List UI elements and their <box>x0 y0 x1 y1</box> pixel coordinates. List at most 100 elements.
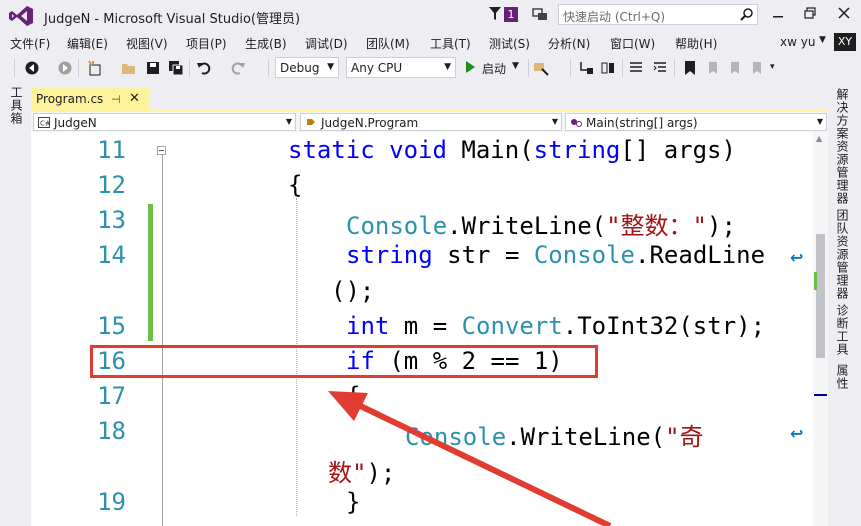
line-number: 15 <box>97 312 126 340</box>
project-dropdown[interactable]: C# JudgeN ▼ <box>33 113 296 131</box>
left-tool-strip <box>0 84 31 526</box>
code-text: ); <box>707 212 736 240</box>
quick-launch-placeholder: 快速启动 (Ctrl+Q) <box>563 10 666 24</box>
menu-project[interactable]: 项目(P) <box>186 35 227 52</box>
code-text: .WriteLine( <box>447 212 607 240</box>
step-over-icon[interactable] <box>600 60 616 76</box>
collapse-icon[interactable] <box>157 146 166 155</box>
word-wrap-icon: ↩ <box>790 424 804 443</box>
toolbar-overflow-icon[interactable]: ▾ <box>770 62 775 72</box>
start-label: 启动 <box>482 62 507 76</box>
toolbar-separator <box>189 59 190 77</box>
line-number: 11 <box>97 136 126 164</box>
menu-test[interactable]: 测试(S) <box>489 35 530 52</box>
code-text: str = <box>432 241 534 269</box>
code-text: m = <box>389 312 462 340</box>
platform-value: Any CPU <box>351 61 403 75</box>
new-project-icon[interactable] <box>87 60 103 76</box>
menu-help[interactable]: 帮助(H) <box>675 35 717 52</box>
properties-tab[interactable]: 属性 <box>834 364 851 390</box>
menu-file[interactable]: 文件(F) <box>10 35 50 52</box>
code-line-14: string str = Console.ReadLine <box>346 241 765 269</box>
member-dropdown[interactable]: Main(string[] args) ▼ <box>565 113 827 131</box>
navigate-forward-icon[interactable] <box>57 60 73 76</box>
line-number: 14 <box>97 241 126 269</box>
redo-icon[interactable] <box>230 60 246 76</box>
filter-icon[interactable] <box>489 7 501 21</box>
line-number: 19 <box>97 488 126 516</box>
save-all-icon[interactable] <box>168 60 184 76</box>
line-number: 17 <box>97 382 126 410</box>
scroll-up-icon[interactable]: ▲ <box>816 134 822 143</box>
configuration-select[interactable]: Debug ▼ <box>275 57 339 78</box>
annotation-arrow-icon <box>328 391 612 526</box>
navigate-back-icon[interactable] <box>24 60 40 76</box>
search-icon[interactable] <box>740 8 753 21</box>
next-bookmark-icon[interactable] <box>727 60 743 76</box>
identifier: Main( <box>446 136 534 164</box>
solution-explorer-tab[interactable]: 解决方案资源管理器 <box>834 88 851 205</box>
browser-link-icon[interactable] <box>533 60 549 76</box>
diagnostic-tools-tab[interactable]: 诊断工具 <box>834 304 851 356</box>
line-number: 13 <box>97 206 126 234</box>
close-tab-icon[interactable]: ✕ <box>129 91 140 106</box>
menu-tools[interactable]: 工具(T) <box>430 35 471 52</box>
chevron-down-icon: ▼ <box>816 117 823 126</box>
undo-icon[interactable] <box>196 60 212 76</box>
chevron-down-icon[interactable]: ▼ <box>512 61 519 71</box>
open-folder-icon[interactable] <box>121 60 137 76</box>
menu-analyze[interactable]: 分析(N) <box>548 35 590 52</box>
menu-team[interactable]: 团队(M) <box>366 35 410 52</box>
scrollbar-thumb[interactable] <box>816 234 825 358</box>
pin-icon[interactable]: ⊣ <box>111 93 121 106</box>
menu-window[interactable]: 窗口(W) <box>610 35 655 52</box>
save-icon[interactable] <box>145 60 161 76</box>
menu-build[interactable]: 生成(B) <box>245 35 287 52</box>
visual-studio-logo-icon <box>9 6 33 26</box>
comment-lines-icon[interactable] <box>628 60 644 76</box>
team-explorer-tab[interactable]: 团队资源管理器 <box>834 209 851 300</box>
restore-icon[interactable] <box>803 6 817 20</box>
type-name: Console <box>533 241 636 269</box>
keyword: string <box>533 136 621 164</box>
code-line-11: static void Main(string[] args) <box>288 136 736 164</box>
previous-bookmark-icon[interactable] <box>705 60 721 76</box>
csharp-project-icon: C# <box>38 117 50 128</box>
tab-label: Program.cs <box>36 92 104 106</box>
feedback-icon[interactable] <box>532 6 548 22</box>
account-name[interactable]: xw yu <box>780 35 815 49</box>
type-name: Console <box>346 212 448 240</box>
line-number: 12 <box>97 171 126 199</box>
menu-edit[interactable]: 编辑(E) <box>67 35 108 52</box>
class-dropdown[interactable]: JudgeN.Program ▼ <box>300 113 562 131</box>
member-name: Main(string[] args) <box>586 116 698 130</box>
uncomment-lines-icon[interactable] <box>652 60 668 76</box>
change-tracking-bar <box>148 204 153 341</box>
chevron-down-icon: ▼ <box>444 62 451 72</box>
configuration-value: Debug <box>280 61 320 75</box>
clear-bookmarks-icon[interactable] <box>749 60 765 76</box>
bookmark-icon[interactable] <box>682 60 698 76</box>
code-text: [] args) <box>620 136 736 164</box>
chevron-down-icon: ▼ <box>327 62 334 72</box>
toolbar-separator <box>268 59 269 77</box>
close-window-icon[interactable] <box>837 6 851 20</box>
menu-debug[interactable]: 调试(D) <box>305 35 348 52</box>
chevron-down-icon[interactable]: ▼ <box>819 35 826 45</box>
code-line-15: int m = Convert.ToInt32(str); <box>346 312 765 340</box>
toolbox-tab[interactable]: 工具箱 <box>8 86 25 125</box>
keyword: void <box>389 136 447 164</box>
platform-select[interactable]: Any CPU ▼ <box>346 57 456 78</box>
avatar[interactable]: XY <box>834 33 856 51</box>
minimize-icon[interactable] <box>771 6 785 20</box>
notification-badge[interactable]: 1 <box>504 7 518 22</box>
document-tab-well <box>31 84 828 111</box>
line-number: 18 <box>97 417 126 445</box>
code-line-14-wrapped: (); <box>331 277 375 305</box>
type-name: Convert <box>461 312 563 340</box>
menu-view[interactable]: 视图(V) <box>126 35 168 52</box>
quick-launch-input[interactable]: 快速启动 (Ctrl+Q) <box>558 4 758 25</box>
string-literal: "整数：" <box>606 212 708 240</box>
chevron-down-icon: ▼ <box>551 117 558 126</box>
step-into-icon[interactable] <box>578 60 594 76</box>
